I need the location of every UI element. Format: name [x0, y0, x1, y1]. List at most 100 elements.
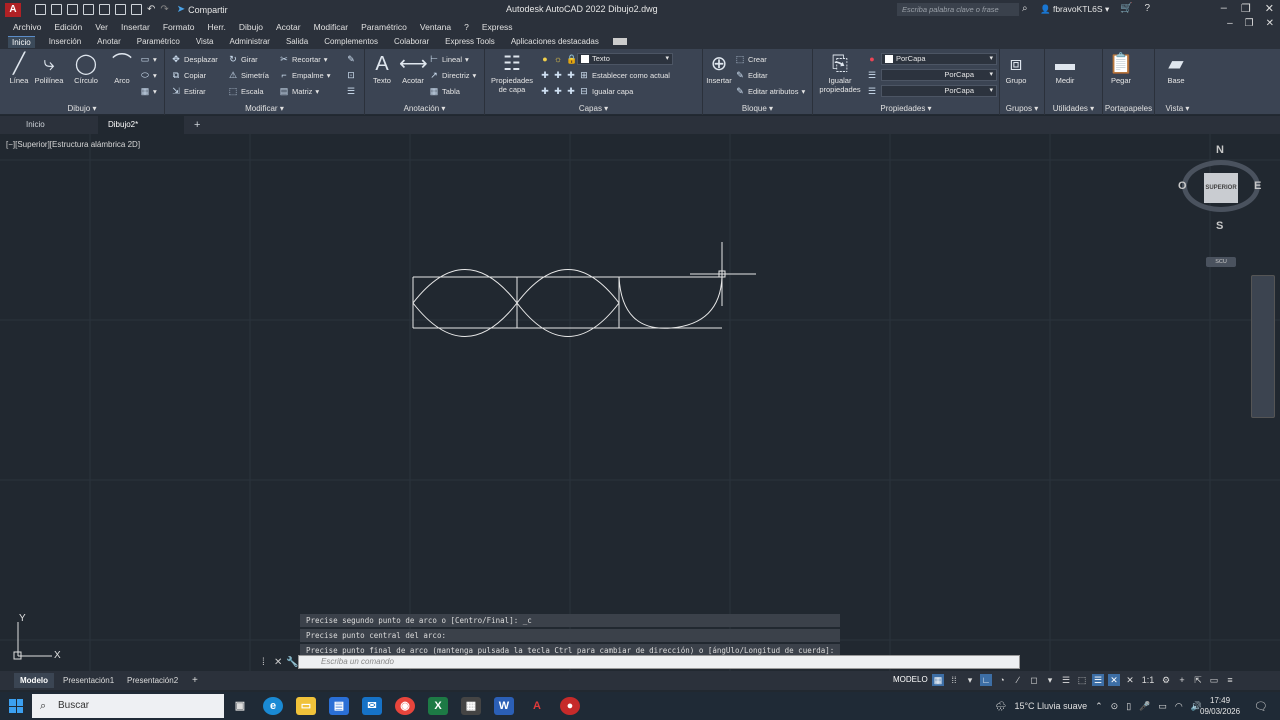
- help-search-input[interactable]: Escriba palabra clave o frase: [897, 3, 1019, 16]
- array-button[interactable]: ▤ Matriz ▾: [279, 86, 319, 96]
- paste-button[interactable]: 📋 Pegar: [1107, 52, 1135, 85]
- new-icon[interactable]: [35, 4, 46, 15]
- mirror-button[interactable]: ⚠ Simetría: [228, 70, 269, 80]
- create-block-button[interactable]: ⬚ Crear: [735, 54, 767, 64]
- open-web-icon[interactable]: [99, 4, 110, 15]
- cart-icon[interactable]: 🛒: [1120, 3, 1132, 14]
- rotate-button[interactable]: ↻ Girar: [228, 54, 257, 64]
- ortho-icon[interactable]: ∟: [980, 674, 992, 686]
- isolate-icon[interactable]: ⇱: [1192, 674, 1204, 686]
- text-button[interactable]: A Texto: [369, 52, 395, 85]
- circle-button[interactable]: ◯ Círculo: [70, 52, 102, 85]
- menu-modificar[interactable]: Modificar: [314, 22, 348, 32]
- arc-button[interactable]: ⌒ Arco: [108, 52, 136, 85]
- panel-title-bloque[interactable]: Bloque ▾: [703, 104, 812, 113]
- drawing-canvas[interactable]: [−][Superior][Estructura alámbrica 2D] N…: [0, 134, 1280, 671]
- annotation-visibility-icon[interactable]: ☰: [1092, 674, 1104, 686]
- share-button[interactable]: ➤ Compartir: [177, 4, 228, 15]
- snap-icon[interactable]: ⁞⁞: [948, 674, 960, 686]
- snap-dropdown-icon[interactable]: ▾: [964, 674, 976, 686]
- edit-block-button[interactable]: ✎ Editar: [735, 70, 767, 80]
- excel-icon[interactable]: X: [428, 697, 448, 715]
- group-button[interactable]: ⧈ Grupo: [1002, 52, 1030, 85]
- panel-title-grupos[interactable]: Grupos ▾: [1000, 104, 1044, 113]
- autoscale-icon[interactable]: ✕: [1124, 674, 1136, 686]
- move-button[interactable]: ✥ Desplazar: [171, 54, 218, 64]
- layout-tab-presentacion1[interactable]: Presentación1: [57, 673, 120, 688]
- notifications-icon[interactable]: 🗨: [1254, 700, 1268, 713]
- leader-button[interactable]: ↗ Directriz ▾: [429, 70, 476, 80]
- file-tab-home[interactable]: Inicio: [16, 116, 55, 134]
- isodraft-icon[interactable]: ∕: [1012, 674, 1024, 686]
- rectangle-icon[interactable]: ▭ ▾: [140, 54, 157, 64]
- doc-restore-button[interactable]: ❐: [1245, 18, 1254, 29]
- tab-inicio[interactable]: Inicio: [8, 35, 35, 48]
- autocad-taskbar-icon[interactable]: A: [527, 697, 547, 715]
- panel-title-portapapeles[interactable]: Portapapeles: [1103, 104, 1154, 113]
- osnap-dropdown-icon[interactable]: ▾: [1044, 674, 1056, 686]
- layer-state-icons[interactable]: ● ☼ 🔒: [540, 54, 577, 64]
- tab-insercion[interactable]: Inserción: [47, 36, 83, 47]
- tab-aplicaciones-destacadas[interactable]: Aplicaciones destacadas: [509, 36, 601, 47]
- doc-close-button[interactable]: ✕: [1266, 18, 1274, 29]
- panel-title-utilidades[interactable]: Utilidades ▾: [1045, 104, 1102, 113]
- erase-icon[interactable]: ✎: [346, 54, 356, 64]
- trim-button[interactable]: ✂ Recortar ▾: [279, 54, 327, 64]
- autocad-logo[interactable]: A: [5, 2, 21, 17]
- lineweight-combo[interactable]: PorCapa ▾: [881, 85, 997, 97]
- tray-app2-icon[interactable]: ▯: [1126, 701, 1131, 712]
- ribbon-toggle-icon[interactable]: [612, 38, 627, 45]
- command-close-icon[interactable]: ✕: [274, 657, 286, 668]
- tab-administrar[interactable]: Administrar: [228, 36, 272, 47]
- tab-salida[interactable]: Salida: [284, 36, 310, 47]
- base-view-button[interactable]: ▰ Base: [1161, 52, 1191, 85]
- battery-icon[interactable]: ▭: [1158, 701, 1167, 712]
- command-customize-icon[interactable]: 🔧: [286, 657, 298, 668]
- linetype-combo[interactable]: PorCapa ▾: [881, 69, 997, 81]
- plus-icon[interactable]: +: [1176, 674, 1188, 686]
- hatch-icon[interactable]: ▦ ▾: [140, 86, 157, 96]
- undo-icon[interactable]: ↶: [147, 4, 155, 15]
- weather-icon[interactable]: 🌧: [995, 701, 1006, 712]
- command-input[interactable]: Escriba un comando: [298, 655, 1020, 669]
- new-tab-icon[interactable]: +: [184, 116, 210, 134]
- polar-icon[interactable]: ◔: [996, 674, 1008, 686]
- panel-title-anotacion[interactable]: Anotación ▾: [365, 104, 484, 113]
- layout-tab-presentacion2[interactable]: Presentación2: [121, 673, 184, 688]
- plot-icon[interactable]: [131, 4, 142, 15]
- store-icon[interactable]: ▤: [329, 697, 349, 715]
- save-as-icon[interactable]: [83, 4, 94, 15]
- save-web-icon[interactable]: [115, 4, 126, 15]
- scale-button[interactable]: ⬚ Escala: [228, 86, 264, 96]
- taskbar-search[interactable]: ⌕ Buscar: [32, 694, 224, 718]
- save-icon[interactable]: [67, 4, 78, 15]
- scale-label[interactable]: 1:1: [1140, 674, 1156, 686]
- drawing-area[interactable]: [0, 134, 1280, 671]
- lineweight-toggle-icon[interactable]: ☰: [1060, 674, 1072, 686]
- selection-cycling-icon[interactable]: ⬚: [1076, 674, 1088, 686]
- insert-block-button[interactable]: ⊕ Insertar: [705, 52, 733, 85]
- wcs-menu[interactable]: SCU: [1206, 257, 1236, 267]
- weather-text[interactable]: 15°C Lluvia suave: [1014, 701, 1087, 711]
- redo-icon[interactable]: ↷: [160, 4, 168, 15]
- menu-parametrico[interactable]: Paramétrico: [361, 22, 407, 32]
- user-account[interactable]: 👤 fbravoKTL6S ▾: [1040, 4, 1109, 15]
- grid-icon[interactable]: ▦: [932, 674, 944, 686]
- settings-icon[interactable]: ⚙: [1160, 674, 1172, 686]
- measure-button[interactable]: ▬ Medir: [1051, 52, 1079, 85]
- drawn-geometry[interactable]: [412, 269, 723, 337]
- panel-title-vista[interactable]: Vista ▾: [1155, 104, 1200, 113]
- outlook-icon[interactable]: ✉: [362, 697, 382, 715]
- explode-icon[interactable]: ⊡: [346, 70, 356, 80]
- ellipse-icon[interactable]: ⬭ ▾: [140, 70, 157, 80]
- tab-parametrico[interactable]: Paramétrico: [135, 36, 182, 47]
- windows-start-icon[interactable]: [9, 699, 23, 713]
- panel-title-capas[interactable]: Capas ▾: [485, 104, 702, 113]
- viewcube-face-top[interactable]: SUPERIOR: [1204, 173, 1238, 203]
- panel-title-dibujo[interactable]: Dibujo ▾: [0, 104, 164, 113]
- wifi-icon[interactable]: ◠: [1175, 701, 1183, 712]
- model-space-toggle[interactable]: MODELO: [893, 675, 928, 684]
- fullscreen-icon[interactable]: ▭: [1208, 674, 1220, 686]
- close-button[interactable]: ✕: [1265, 2, 1274, 15]
- layer-properties-button[interactable]: ☷ Propiedades de capa: [487, 52, 537, 94]
